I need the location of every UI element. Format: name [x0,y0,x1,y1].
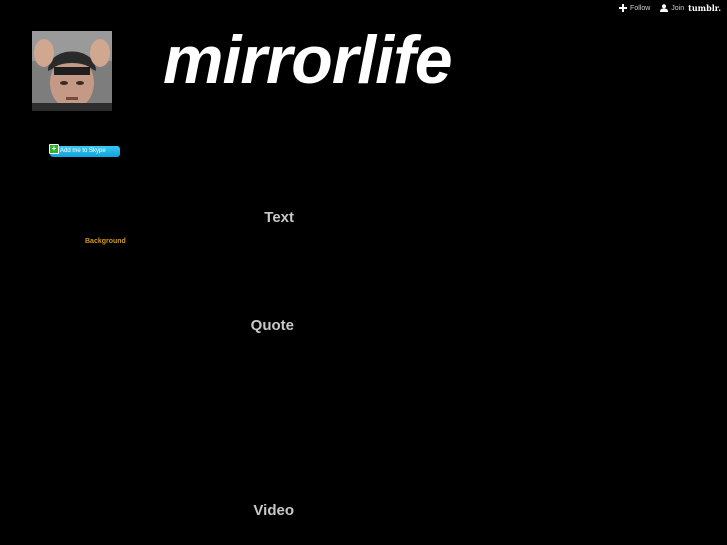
tumblr-controls: Follow Join tumblr. [619,3,721,13]
user-icon [660,4,669,12]
join-tumblr-button[interactable]: Join tumblr. [660,3,721,13]
skype-plus-icon: + [49,144,59,154]
add-to-skype-button[interactable]: + Add me to Skype [49,144,120,157]
skype-button-label: Add me to Skype [60,148,106,154]
avatar[interactable] [32,31,112,111]
join-label: Join [671,4,685,12]
post-type-quote: Quote [250,317,294,334]
follow-label: Follow [630,4,651,12]
post-type-text: Text [264,209,294,226]
page: Follow Join tumblr. mirrorlife + Add me … [0,0,727,545]
follow-button[interactable]: Follow [619,4,650,12]
background-link[interactable]: Background [85,238,126,245]
post-type-video: Video [253,502,294,519]
avatar-photo [32,31,112,111]
site-title[interactable]: mirrorlife [163,26,452,100]
plus-icon [619,4,628,12]
tumblr-logo: tumblr. [688,3,721,13]
